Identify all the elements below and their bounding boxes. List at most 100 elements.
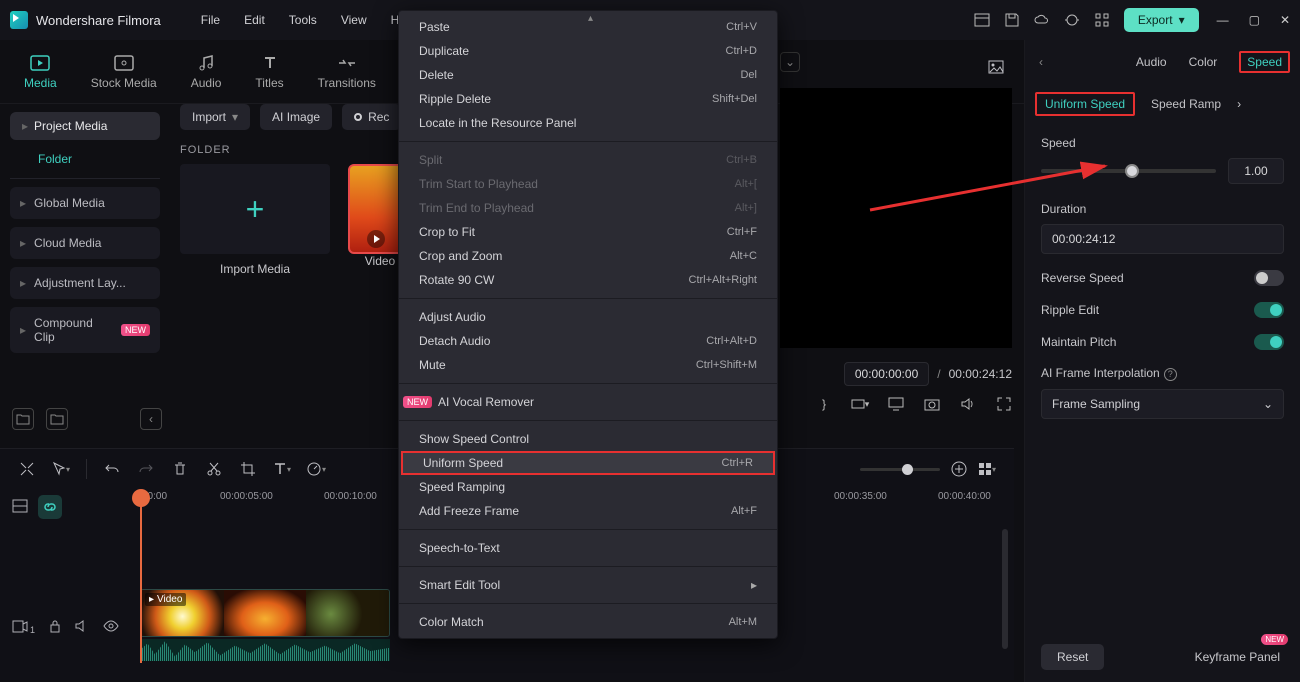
sidebar-adjustment-layer[interactable]: ▸Adjustment Lay... (10, 267, 160, 299)
cloud-icon[interactable] (1034, 12, 1050, 28)
close-icon[interactable]: ✕ (1280, 13, 1290, 27)
cm-freeze-frame[interactable]: Add Freeze FrameAlt+F (399, 499, 777, 523)
tl-crop-icon[interactable] (239, 460, 257, 478)
tab-stock[interactable]: Stock Media (91, 53, 157, 90)
cm-crop-zoom[interactable]: Crop and ZoomAlt+C (399, 244, 777, 268)
grid-icon[interactable] (1094, 12, 1110, 28)
help-icon[interactable]: ? (1164, 368, 1177, 381)
tl-text-icon[interactable]: ▾ (273, 460, 291, 478)
sidebar-cloud-media[interactable]: ▸Cloud Media (10, 227, 160, 259)
rp-frame-select[interactable]: Frame Sampling⌄ (1041, 389, 1284, 419)
sidebar-folder[interactable]: Folder (10, 140, 160, 179)
tl-undo-icon[interactable] (103, 460, 121, 478)
rp-speed-slider[interactable] (1041, 169, 1216, 173)
rp-subtab-uniform[interactable]: Uniform Speed (1035, 92, 1135, 116)
rp-nav-prev[interactable]: ‹ (1035, 55, 1047, 69)
rp-tab-color[interactable]: Color (1189, 55, 1218, 69)
rp-tab-audio[interactable]: Audio (1136, 55, 1167, 69)
rp-reverse-toggle[interactable] (1254, 270, 1284, 286)
sidebar-global-media[interactable]: ▸Global Media (10, 187, 160, 219)
cm-ripple-delete[interactable]: Ripple DeleteShift+Del (399, 87, 777, 111)
reset-button[interactable]: Reset (1041, 644, 1104, 670)
minimize-icon[interactable]: — (1217, 13, 1229, 27)
rp-pitch-toggle[interactable] (1254, 334, 1284, 350)
tl-lock-icon[interactable] (49, 619, 61, 636)
display-icon[interactable] (888, 396, 904, 412)
timeline-scrollbar[interactable] (1002, 529, 1008, 649)
tl-zoom-slider[interactable] (860, 468, 940, 471)
tl-mute-track-icon[interactable] (75, 620, 89, 635)
cm-mute[interactable]: MuteCtrl+Shift+M (399, 353, 777, 377)
rp-subtab-next[interactable]: › (1237, 97, 1241, 111)
tl-expand-icon[interactable] (18, 460, 36, 478)
menu-file[interactable]: File (201, 13, 220, 27)
cm-smart-edit[interactable]: Smart Edit Tool▸ (399, 573, 777, 597)
video-thumbnail[interactable] (348, 164, 404, 254)
cm-detach-audio[interactable]: Detach AudioCtrl+Alt+D (399, 329, 777, 353)
tl-redo-icon[interactable] (137, 460, 155, 478)
rp-ripple-toggle[interactable] (1254, 302, 1284, 318)
sidebar-project-media[interactable]: ▸Project Media (10, 112, 160, 140)
cm-delete[interactable]: DeleteDel (399, 63, 777, 87)
timeline-audio-wave[interactable] (140, 639, 390, 661)
cm-show-speed[interactable]: Show Speed Control (399, 427, 777, 451)
support-icon[interactable] (1064, 12, 1080, 28)
cm-ai-vocal[interactable]: NEWAI Vocal Remover (399, 390, 777, 414)
tab-media[interactable]: Media (24, 53, 57, 90)
tl-view-icon[interactable]: ▾ (978, 460, 996, 478)
import-media-placeholder[interactable]: + (180, 164, 330, 254)
menu-tools[interactable]: Tools (289, 13, 317, 27)
cm-rotate[interactable]: Rotate 90 CWCtrl+Alt+Right (399, 268, 777, 292)
collapse-sidebar-icon[interactable]: ‹ (140, 408, 162, 430)
cm-duplicate[interactable]: DuplicateCtrl+D (399, 39, 777, 63)
playhead[interactable] (140, 493, 142, 663)
tl-video-track-icon[interactable]: 1 (12, 620, 35, 636)
cm-speech-to-text[interactable]: Speech-to-Text (399, 536, 777, 560)
tl-link-icon[interactable] (38, 495, 62, 519)
thumbnail-view-icon[interactable] (985, 56, 1007, 78)
cm-adjust-audio[interactable]: Adjust Audio (399, 305, 777, 329)
tl-speed-icon[interactable]: ▾ (307, 460, 325, 478)
preview-viewport[interactable] (780, 88, 1012, 348)
tab-transitions[interactable]: Transitions (318, 53, 376, 90)
sidebar-compound-clip[interactable]: ▸Compound ClipNEW (10, 307, 160, 353)
record-button[interactable]: Rec (342, 104, 401, 130)
search-dropdown[interactable]: ⌄ (780, 52, 800, 72)
rp-tab-speed[interactable]: Speed (1239, 55, 1290, 69)
tl-visibility-icon[interactable] (103, 620, 119, 635)
cm-color-match[interactable]: Color MatchAlt+M (399, 610, 777, 634)
tl-zoom-in-icon[interactable] (950, 460, 968, 478)
tab-audio[interactable]: Audio (191, 53, 222, 90)
tl-cut-icon[interactable] (205, 460, 223, 478)
tab-titles[interactable]: Titles (255, 53, 283, 90)
folder-icon[interactable] (46, 408, 68, 430)
rp-subtab-ramp[interactable]: Speed Ramp (1151, 97, 1221, 111)
cm-locate[interactable]: Locate in the Resource Panel (399, 111, 777, 135)
clip-label: ▸ Video (145, 593, 186, 606)
ratio-icon[interactable]: ▾ (852, 396, 868, 412)
tl-cursor-icon[interactable]: ▾ (52, 460, 70, 478)
timeline-clip[interactable]: ▸ Video (140, 589, 390, 637)
menu-view[interactable]: View (341, 13, 367, 27)
cm-speed-ramping[interactable]: Speed Ramping (399, 475, 777, 499)
import-button[interactable]: Import▾ (180, 104, 250, 130)
marker-icon[interactable]: } (816, 396, 832, 412)
ai-image-button[interactable]: AI Image (260, 104, 332, 130)
new-folder-icon[interactable] (12, 408, 34, 430)
rp-duration-input[interactable]: 00:00:24:12 (1041, 224, 1284, 254)
fullscreen-icon[interactable] (996, 396, 1012, 412)
cm-crop-fit[interactable]: Crop to FitCtrl+F (399, 220, 777, 244)
tl-track-icon[interactable] (12, 499, 28, 516)
keyframe-panel-button[interactable]: NEW Keyframe Panel (1191, 644, 1284, 670)
tl-delete-icon[interactable] (171, 460, 189, 478)
layout-icon[interactable] (974, 12, 990, 28)
menu-edit[interactable]: Edit (244, 13, 265, 27)
cm-uniform-speed[interactable]: Uniform SpeedCtrl+R (401, 451, 775, 475)
volume-icon[interactable] (960, 396, 976, 412)
rp-speed-value[interactable]: 1.00 (1228, 158, 1284, 184)
current-time[interactable]: 00:00:00:00 (844, 362, 929, 386)
maximize-icon[interactable]: ▢ (1249, 13, 1260, 27)
export-button[interactable]: Export▾ (1124, 8, 1199, 32)
save-icon[interactable] (1004, 12, 1020, 28)
snapshot-icon[interactable] (924, 396, 940, 412)
